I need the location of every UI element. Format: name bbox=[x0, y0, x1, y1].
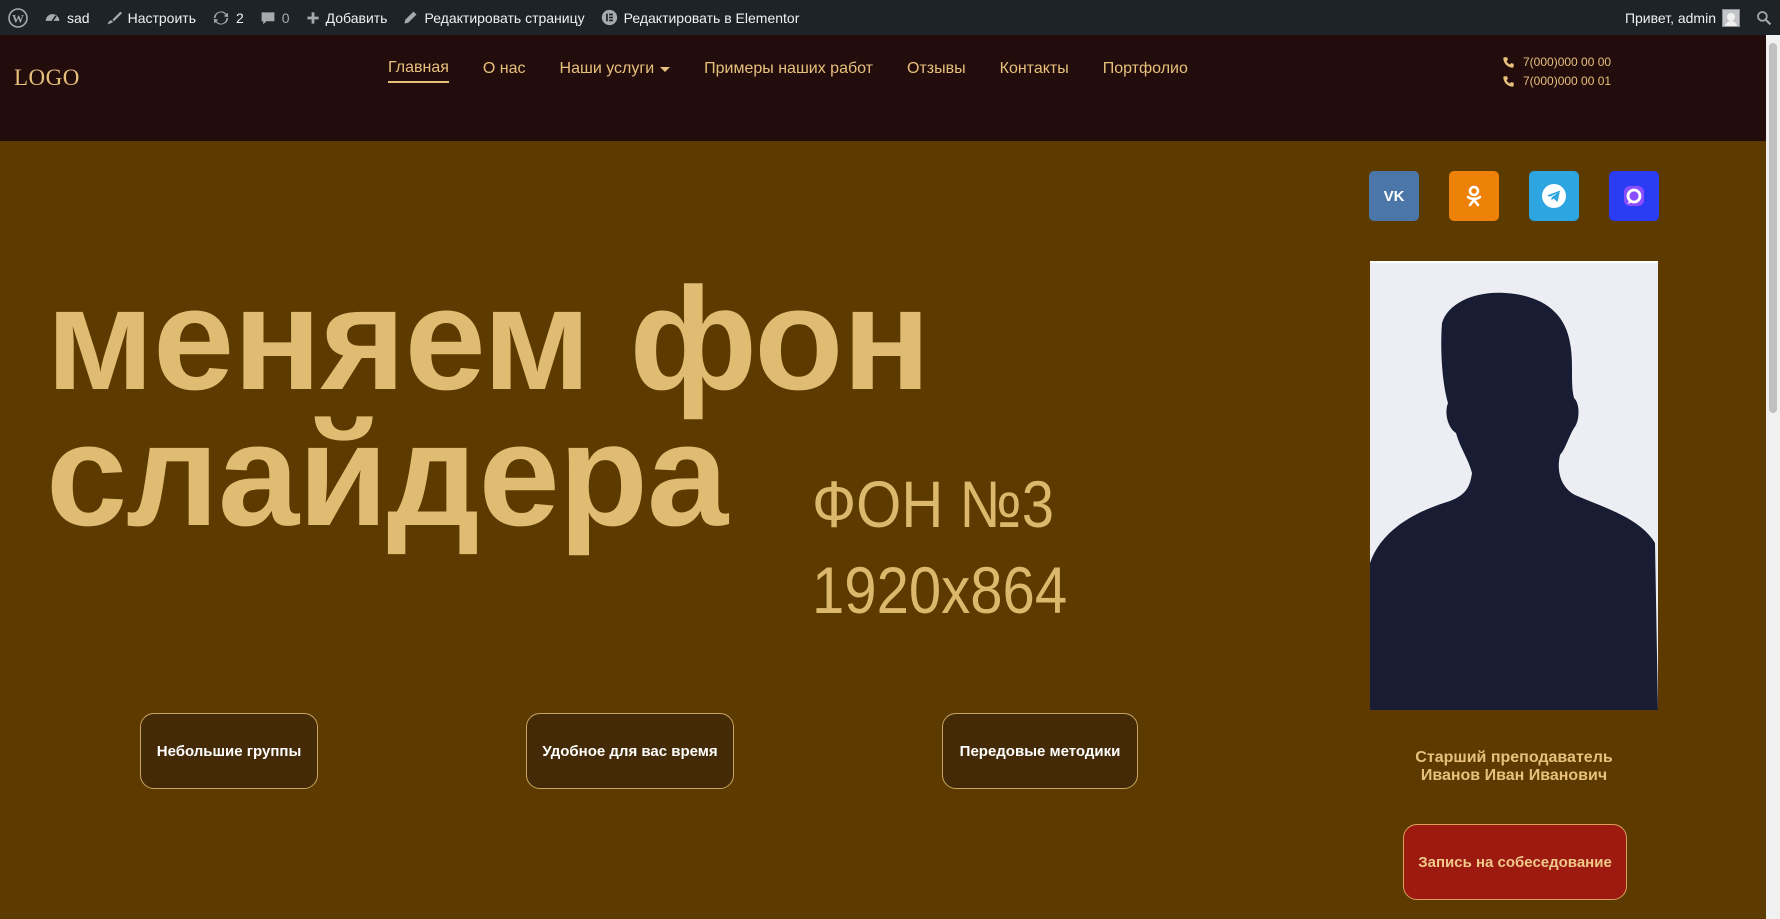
page-scrollbar[interactable] bbox=[1766, 35, 1780, 919]
pencil-icon bbox=[403, 10, 418, 25]
avatar bbox=[1722, 8, 1740, 27]
phone-item[interactable]: 7(000)000 00 00 bbox=[1502, 53, 1611, 72]
updates-button[interactable]: 2 bbox=[204, 0, 252, 35]
odnoklassniki-button[interactable] bbox=[1449, 171, 1499, 221]
telegram-icon bbox=[1542, 184, 1566, 208]
max-messenger-button[interactable] bbox=[1609, 171, 1659, 221]
search-icon bbox=[1756, 10, 1772, 26]
wordpress-logo-button[interactable]: W bbox=[0, 0, 36, 35]
nav-item-home[interactable]: Главная bbox=[388, 59, 449, 83]
teacher-caption: Старший преподаватель Иванов Иван Иванов… bbox=[1370, 749, 1658, 785]
add-new-label: Добавить bbox=[325, 9, 388, 26]
background-label-line: ФОН №3 bbox=[812, 467, 1055, 541]
edit-elementor-label: Редактировать в Elementor bbox=[623, 9, 800, 26]
comments-count: 0 bbox=[281, 9, 290, 26]
comment-icon bbox=[260, 10, 276, 26]
hero-title: меняем фон слайдера bbox=[46, 257, 931, 556]
site-header: LOGO Главная О нас Наши услуги Примеры н… bbox=[0, 35, 1766, 141]
customize-button[interactable]: Настроить bbox=[98, 0, 204, 35]
nav-item-contacts[interactable]: Контакты bbox=[1000, 59, 1069, 83]
nav-item-examples[interactable]: Примеры наших работ bbox=[704, 59, 873, 83]
dashboard-icon bbox=[44, 9, 61, 26]
background-label: ФОН №3 1920x864 bbox=[812, 461, 1067, 633]
max-messenger-icon bbox=[1624, 186, 1644, 206]
comments-button[interactable]: 0 bbox=[252, 0, 298, 35]
customize-label: Настроить bbox=[127, 9, 196, 26]
admin-bar: W sad Настроить 2 0 Добавить Редактирова… bbox=[0, 0, 1780, 35]
social-links: VK bbox=[1369, 171, 1659, 221]
account-button[interactable]: Привет, admin bbox=[1617, 0, 1748, 35]
nav-item-services-label: Наши услуги bbox=[559, 60, 655, 77]
feature-convenient-time[interactable]: Удобное для вас время bbox=[526, 713, 734, 789]
site-name-button[interactable]: sad bbox=[36, 0, 98, 35]
wordpress-icon: W bbox=[8, 7, 28, 28]
site-name-label: sad bbox=[67, 9, 90, 26]
phone-list: 7(000)000 00 00 7(000)000 00 01 bbox=[1502, 53, 1611, 91]
nav-item-reviews[interactable]: Отзывы bbox=[907, 59, 966, 83]
feature-advanced-methods[interactable]: Передовые методики bbox=[942, 713, 1138, 789]
telegram-button[interactable] bbox=[1529, 171, 1579, 221]
nav-item-portfolio[interactable]: Портфолио bbox=[1103, 59, 1188, 83]
elementor-icon bbox=[601, 9, 618, 26]
phone-number: 7(000)000 00 01 bbox=[1523, 74, 1612, 88]
brush-icon bbox=[106, 10, 122, 26]
phone-icon bbox=[1503, 57, 1514, 68]
vk-icon: VK bbox=[1384, 188, 1405, 205]
plus-icon bbox=[306, 11, 320, 25]
svg-text:W: W bbox=[12, 11, 24, 25]
vk-button[interactable]: VK bbox=[1369, 171, 1419, 221]
nav-item-about[interactable]: О нас bbox=[483, 59, 526, 83]
teacher-name: Иванов Иван Иванович bbox=[1420, 767, 1608, 784]
teacher-role: Старший преподаватель bbox=[1415, 749, 1613, 766]
caret-down-icon bbox=[660, 66, 671, 72]
updates-icon bbox=[212, 9, 230, 27]
edit-page-label: Редактировать страницу bbox=[424, 9, 585, 26]
phone-number: 7(000)000 00 00 bbox=[1523, 55, 1612, 69]
site-logo[interactable]: LOGO bbox=[14, 65, 80, 91]
add-new-button[interactable]: Добавить bbox=[298, 0, 396, 35]
hero-title-line: меняем фон bbox=[46, 257, 931, 420]
nav-item-services[interactable]: Наши услуги bbox=[560, 59, 671, 83]
svg-text:VK: VK bbox=[1384, 188, 1405, 205]
odnoklassniki-icon bbox=[1466, 185, 1482, 207]
hero-slider: меняем фон слайдера ФОН №3 1920x864 Небо… bbox=[0, 141, 1766, 919]
updates-count: 2 bbox=[236, 9, 244, 26]
interview-signup-button[interactable]: Запись на собеседование bbox=[1403, 824, 1627, 900]
main-nav: Главная О нас Наши услуги Примеры наших … bbox=[388, 59, 1188, 83]
scrollbar-thumb[interactable] bbox=[1769, 43, 1777, 413]
phone-item[interactable]: 7(000)000 00 01 bbox=[1502, 72, 1611, 91]
person-silhouette-icon bbox=[1370, 263, 1658, 710]
edit-page-button[interactable]: Редактировать страницу bbox=[395, 0, 592, 35]
feature-small-groups[interactable]: Небольшие группы bbox=[140, 713, 318, 789]
phone-icon bbox=[1503, 76, 1514, 87]
edit-elementor-button[interactable]: Редактировать в Elementor bbox=[593, 0, 808, 35]
greeting-label: Привет, admin bbox=[1624, 9, 1716, 26]
teacher-photo bbox=[1370, 261, 1658, 710]
hero-title-line: слайдера bbox=[46, 393, 728, 556]
search-button[interactable] bbox=[1748, 0, 1780, 35]
background-label-line: 1920x864 bbox=[812, 553, 1068, 627]
